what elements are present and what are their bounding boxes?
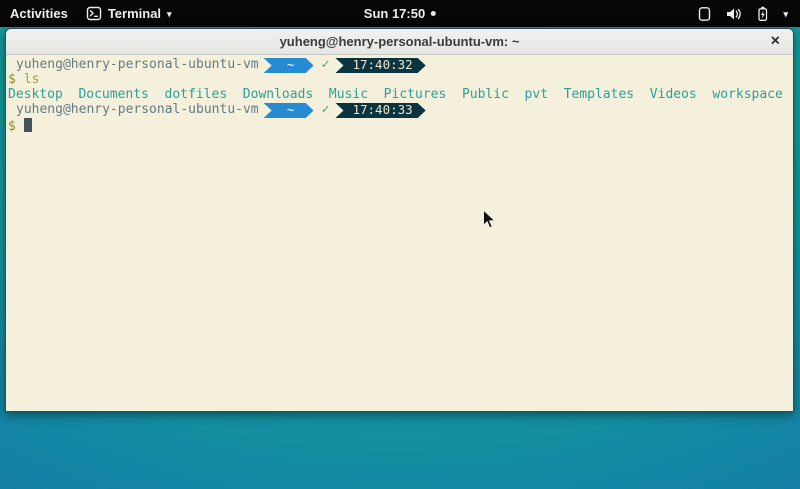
prompt-path: ~ <box>287 103 295 118</box>
notification-dot <box>431 11 436 16</box>
powerline-path-segment: ~ <box>264 58 314 73</box>
chevron-down-icon: ▾ <box>167 9 172 20</box>
clock-button[interactable]: Sun 17:50 <box>364 0 436 27</box>
window-title: yuheng@henry-personal-ubuntu-vm: ~ <box>280 34 520 49</box>
terminal-content[interactable]: yuheng@henry-personal-ubuntu-vm ~ ✓ 17:4… <box>6 55 793 410</box>
prompt-line: yuheng@henry-personal-ubuntu-vm ~ ✓ 17:4… <box>8 58 793 73</box>
system-menu-button[interactable]: ▾ <box>697 0 800 27</box>
prompt-path: ~ <box>287 58 295 73</box>
ls-output-line: Desktop Documents dotfiles Downloads Mus… <box>8 88 793 103</box>
terminal-window: yuheng@henry-personal-ubuntu-vm: ~ × yuh… <box>5 28 794 412</box>
terminal-cursor <box>24 118 32 132</box>
status-check-icon: ✓ <box>322 103 330 118</box>
powerline-time-segment: 17:40:33 <box>335 103 425 118</box>
prompt-time: 17:40:33 <box>352 103 412 118</box>
battery-charging-icon <box>755 6 770 22</box>
prompt-char: $ <box>8 72 16 87</box>
clock-label: Sun 17:50 <box>364 6 425 21</box>
status-check-icon: ✓ <box>322 58 330 73</box>
app-menu-label: Terminal <box>108 6 161 21</box>
powerline-time-segment: 17:40:32 <box>335 58 425 73</box>
volume-icon <box>725 6 742 22</box>
mouse-cursor <box>482 209 497 230</box>
input-line[interactable]: $ <box>8 118 793 133</box>
prompt-time: 17:40:32 <box>352 58 412 73</box>
prompt-user: yuheng@henry-personal-ubuntu-vm <box>16 103 259 118</box>
chevron-down-icon: ▾ <box>783 9 788 20</box>
window-titlebar[interactable]: yuheng@henry-personal-ubuntu-vm: ~ × <box>6 29 793 55</box>
command-line: $ ls <box>8 73 793 88</box>
top-bar: Activities Terminal ▾ Sun 17:50 <box>0 0 800 27</box>
prompt-user: yuheng@henry-personal-ubuntu-vm <box>16 58 259 73</box>
app-menu-terminal[interactable]: Terminal ▾ <box>86 6 172 21</box>
terminal-app-icon <box>86 6 102 21</box>
powerline-path-segment: ~ <box>264 103 314 118</box>
prompt-line: yuheng@henry-personal-ubuntu-vm ~ ✓ 17:4… <box>8 103 793 118</box>
display-icon <box>697 6 712 22</box>
prompt-char: $ <box>8 119 16 134</box>
command-text: ls <box>24 72 40 87</box>
activities-button[interactable]: Activities <box>10 6 68 21</box>
close-button[interactable]: × <box>771 33 780 49</box>
